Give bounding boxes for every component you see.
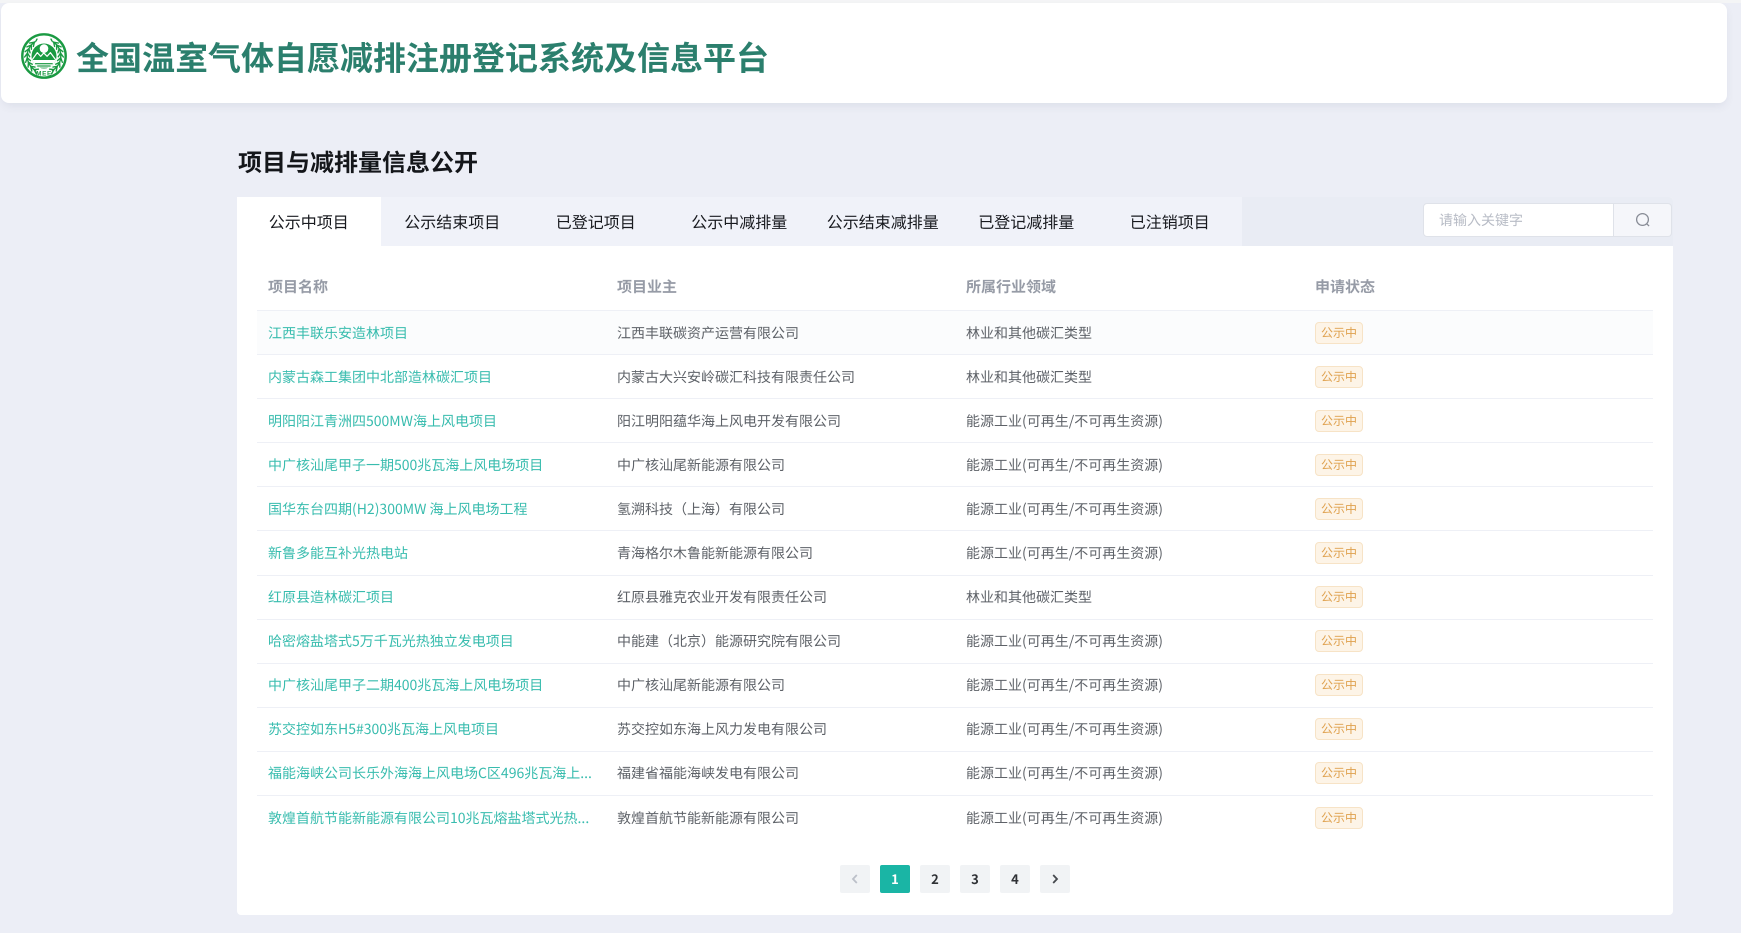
svg-text:MEE: MEE (36, 71, 52, 78)
